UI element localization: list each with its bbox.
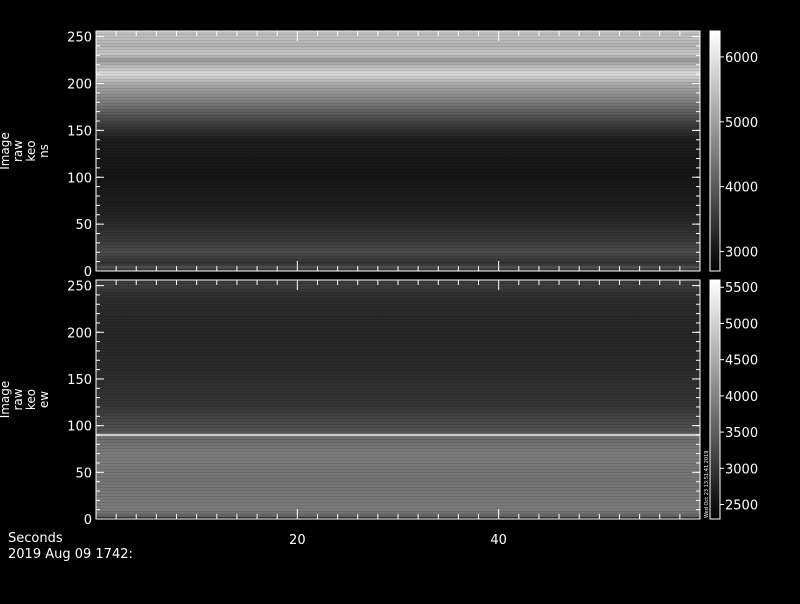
y-tick-label: 250 <box>67 280 92 295</box>
y-tick-label: 250 <box>67 31 92 46</box>
colorbar-top <box>709 30 721 272</box>
y-tick-label: 0 <box>84 513 92 528</box>
colorbar-bottom <box>709 279 721 520</box>
colorbar-tick-label: 5500 <box>725 281 758 296</box>
x-tick-label: 20 <box>289 533 306 548</box>
y-tick-label: 50 <box>75 466 92 481</box>
y-tick-label: 0 <box>84 265 92 280</box>
y-tick-label: 50 <box>75 218 92 233</box>
y-axis-label-line: ns <box>37 144 51 158</box>
y-axis-label-line: raw <box>11 388 25 410</box>
timestamp-stamp: Wed Oct 23 13:51:41 2019 <box>704 451 710 518</box>
y-axis-label-top: Imagerawkeons <box>0 132 51 170</box>
y-tick-label: 200 <box>67 326 92 341</box>
colorbar-tick-label: 5000 <box>725 317 758 332</box>
y-axis-label-line: keo <box>24 389 38 410</box>
y-axis-label-line: keo <box>24 140 38 161</box>
y-tick-label: 150 <box>67 373 92 388</box>
panel-top: 0 50 100 150 200 250 Imagerawkeons 3000 4000 5000… <box>0 30 758 280</box>
colorbar-tick-label: 5000 <box>725 116 758 131</box>
panel-bottom: 0 50 100 150 200 250 20 40 Imagerawkeoew 2500 3000… <box>0 279 758 548</box>
y-axis-label-line: ew <box>37 391 51 408</box>
y-tick-label: 150 <box>67 124 92 139</box>
colorbar-tick-label: 2500 <box>725 499 758 514</box>
date-label: 2019 Aug 09 1742: <box>8 547 133 562</box>
colorbar-tick-label: 3000 <box>725 246 758 261</box>
colorbar-tick-label: 4000 <box>725 390 758 405</box>
colorbar-tick-label: 4000 <box>725 181 758 196</box>
colorbar-tick-label: 3000 <box>725 462 758 477</box>
x-axis-label: Seconds <box>8 531 63 546</box>
y-tick-label: 200 <box>67 78 92 93</box>
y-axis-label-line: raw <box>11 140 25 162</box>
x-tick-label: 40 <box>490 533 507 548</box>
y-tick-label: 100 <box>67 420 92 435</box>
keogram-figure: 050100150200250Imagerawkeons300040005000… <box>0 30 758 548</box>
keogram-image-bottom <box>96 280 700 519</box>
colorbar-tick-label: 6000 <box>725 51 758 66</box>
colorbar-tick-label: 3500 <box>725 426 758 441</box>
colorbar-tick-label: 4500 <box>725 354 758 369</box>
y-tick-label: 100 <box>67 171 92 186</box>
y-axis-label-bottom: Imagerawkeoew <box>0 381 51 419</box>
